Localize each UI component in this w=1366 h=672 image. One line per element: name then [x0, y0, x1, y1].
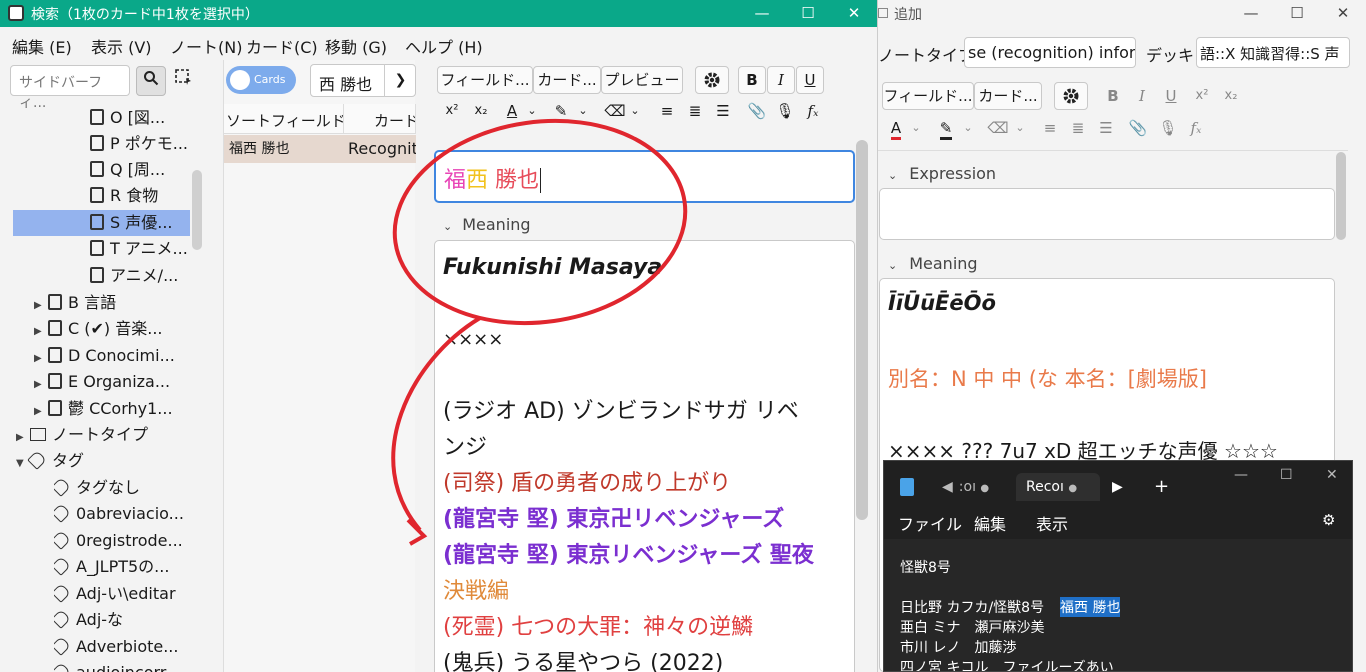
maximize-button[interactable]: ☐: [1280, 461, 1293, 489]
divider: [878, 150, 1348, 151]
eraser-icon[interactable]: ⌫: [984, 114, 1012, 142]
menu-file[interactable]: ファイル: [898, 511, 962, 535]
numbered-list-icon[interactable]: ≣: [1064, 114, 1092, 142]
italic-button[interactable]: I: [1128, 82, 1156, 110]
add-scrollbar[interactable]: [1336, 152, 1346, 240]
close-button[interactable]: ✕: [1326, 461, 1338, 489]
subscript-button[interactable]: x₂: [1217, 82, 1245, 110]
notepad-selection: 福西 勝也: [1060, 597, 1121, 617]
chevron-right-icon[interactable]: ▶: [1112, 473, 1123, 501]
notepad-tab-active[interactable]: Recoı ●: [1016, 473, 1100, 501]
notepad-app-icon: [900, 478, 914, 496]
function-icon[interactable]: fₓ: [1182, 114, 1210, 142]
cards-button[interactable]: カード...: [974, 82, 1042, 110]
text-color-icon[interactable]: A: [882, 114, 910, 142]
underline-button[interactable]: U: [1157, 82, 1185, 110]
notetype-selector[interactable]: se (recognition) infor: [964, 37, 1136, 68]
meaning-line: ĪīŪūĒēŌō: [888, 291, 996, 315]
notepad-line: 怪獣8号: [900, 560, 951, 576]
meaning-line: 別名：N 中 中 (な 本名：[劇場版]: [888, 367, 1207, 391]
chevron-down-icon[interactable]: ⌄: [908, 114, 924, 142]
app-icon: [878, 8, 888, 18]
chevron-down-icon[interactable]: ⌄: [1012, 114, 1028, 142]
align-icon[interactable]: ☰: [1092, 114, 1120, 142]
gear-icon: [1063, 88, 1079, 104]
notepad-tab[interactable]: ◀:oı ●: [942, 473, 1012, 501]
bold-button[interactable]: B: [1099, 82, 1127, 110]
notepad-line: 日比野 カフカ/怪獣8号: [900, 600, 1045, 616]
bullet-list-icon[interactable]: ≡: [1036, 114, 1064, 142]
attachment-icon[interactable]: 📎: [1124, 114, 1152, 142]
expression-field[interactable]: [879, 188, 1335, 240]
browse-window: 検索（1枚のカード中1枚を選択中） — ☐ ✕ 編集 (E) 表示 (V) ノー…: [0, 0, 877, 672]
chevron-left-icon: ◀: [942, 479, 953, 495]
menu-edit[interactable]: 編集: [974, 511, 1006, 535]
deck-selector[interactable]: 語::X 知識習得::S 声: [1196, 37, 1350, 68]
notepad-line: 四ノ宮 キコル ファイルーズあい: [900, 660, 1114, 672]
meaning-field-label[interactable]: ⌄ Meaning: [888, 254, 978, 273]
add-window-title: 追加: [894, 7, 922, 23]
expression-field-label[interactable]: ⌄ Expression: [888, 164, 996, 183]
deck-label: デッキ: [1146, 46, 1195, 65]
notetype-label: ノートタイプ: [878, 46, 975, 65]
highlight-icon[interactable]: ✎: [932, 114, 960, 142]
notepad-window: ◀:oı ● Recoı ● ▶ + — ☐ ✕ ファイル 編集 表示 ⚙ 怪獣…: [883, 460, 1353, 672]
red-annotation-drawing: [391, 118, 688, 546]
microphone-icon[interactable]: 🎙: [1154, 114, 1182, 142]
chevron-down-icon[interactable]: ⌄: [960, 114, 976, 142]
notepad-line: 亜白 ミナ 瀬戸麻沙美: [900, 620, 1045, 636]
chevron-down-icon[interactable]: ⌄: [888, 169, 897, 182]
minimize-button[interactable]: —: [1228, 0, 1274, 26]
settings-gear-icon[interactable]: ⚙: [1322, 511, 1335, 529]
menu-view[interactable]: 表示: [1036, 511, 1068, 535]
superscript-button[interactable]: x²: [1188, 82, 1216, 110]
maximize-button[interactable]: ☐: [1274, 0, 1320, 26]
close-button[interactable]: ✕: [1320, 0, 1366, 26]
options-button[interactable]: [1054, 82, 1088, 110]
new-tab-button[interactable]: +: [1154, 473, 1169, 501]
chevron-down-icon[interactable]: ⌄: [888, 259, 897, 272]
notepad-line: 市川 レノ 加藤渉: [900, 640, 1017, 656]
minimize-button[interactable]: —: [1234, 461, 1248, 489]
fields-button[interactable]: フィールド...: [882, 82, 974, 110]
